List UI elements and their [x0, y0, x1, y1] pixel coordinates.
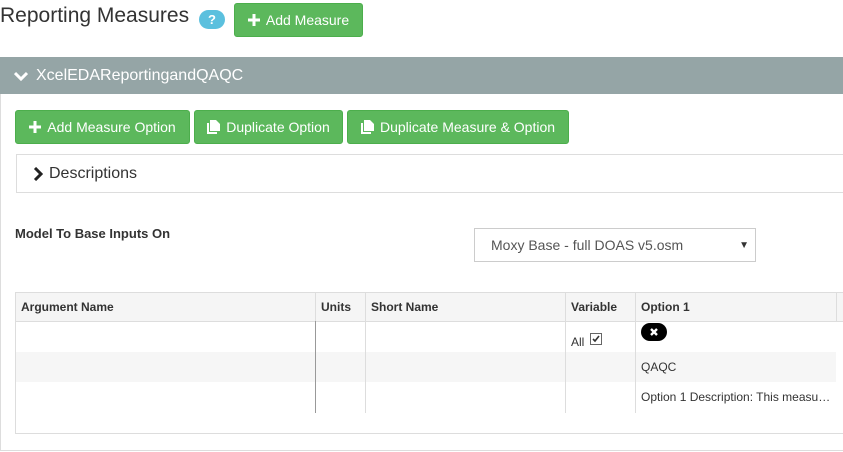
plus-icon: [29, 121, 42, 133]
header-argument-name: Argument Name: [16, 293, 316, 321]
duplicate-option-label: Duplicate Option: [226, 119, 330, 135]
model-label: Model To Base Inputs On: [15, 226, 171, 241]
table-header-row: Argument Name Units Short Name Variable …: [16, 293, 843, 322]
option-name-cell[interactable]: QAQC: [636, 352, 836, 382]
duplicate-measure-option-button[interactable]: Duplicate Measure & Option: [347, 110, 569, 144]
arguments-table: Argument Name Units Short Name Variable …: [15, 292, 843, 434]
chevron-down-icon: [14, 71, 28, 81]
variable-all-label: All: [571, 334, 585, 349]
measure-panel-header[interactable]: XcelEDAReportingandQAQC: [0, 57, 843, 94]
copy-icon: [207, 120, 221, 134]
plus-icon: [247, 14, 260, 26]
variable-cell: All: [566, 321, 636, 352]
column-divider: [365, 321, 366, 413]
chevron-right-icon: [33, 166, 43, 181]
descriptions-toggle[interactable]: Descriptions: [16, 154, 843, 193]
model-select[interactable]: Moxy Base - full DOAS v5.osm ▼: [474, 228, 756, 262]
header-units: Units: [316, 293, 366, 321]
option-description-cell[interactable]: Option 1 Description: This measu…: [636, 382, 836, 412]
remove-option-icon[interactable]: [641, 323, 667, 341]
add-measure-option-button[interactable]: Add Measure Option: [15, 110, 190, 144]
table-row: Option 1 Description: This measu…: [16, 382, 836, 412]
option-remove-cell: [636, 321, 836, 352]
variable-all-checkbox[interactable]: [590, 332, 603, 345]
header-option-1: Option 1: [636, 293, 837, 321]
descriptions-label: Descriptions: [49, 164, 138, 182]
copy-icon: [360, 120, 374, 134]
column-divider: [565, 321, 566, 413]
add-measure-button[interactable]: Add Measure: [234, 3, 363, 37]
header-variable: Variable: [566, 293, 636, 321]
duplicate-measure-option-label: Duplicate Measure & Option: [379, 119, 556, 135]
duplicate-option-button[interactable]: Duplicate Option: [194, 110, 343, 144]
add-measure-option-label: Add Measure Option: [47, 119, 176, 135]
help-icon[interactable]: ?: [199, 10, 225, 29]
caret-down-icon: ▼: [739, 240, 749, 251]
header-short-name: Short Name: [366, 293, 566, 321]
measure-name: XcelEDAReportingandQAQC: [36, 66, 244, 84]
column-divider: [635, 321, 636, 413]
page-title: Reporting Measures: [0, 4, 190, 27]
table-row: All: [16, 321, 836, 352]
divider: [0, 450, 843, 451]
add-measure-label: Add Measure: [265, 12, 350, 28]
model-select-value: Moxy Base - full DOAS v5.osm: [491, 237, 684, 253]
column-divider: [315, 321, 316, 413]
table-row: QAQC: [16, 352, 836, 382]
